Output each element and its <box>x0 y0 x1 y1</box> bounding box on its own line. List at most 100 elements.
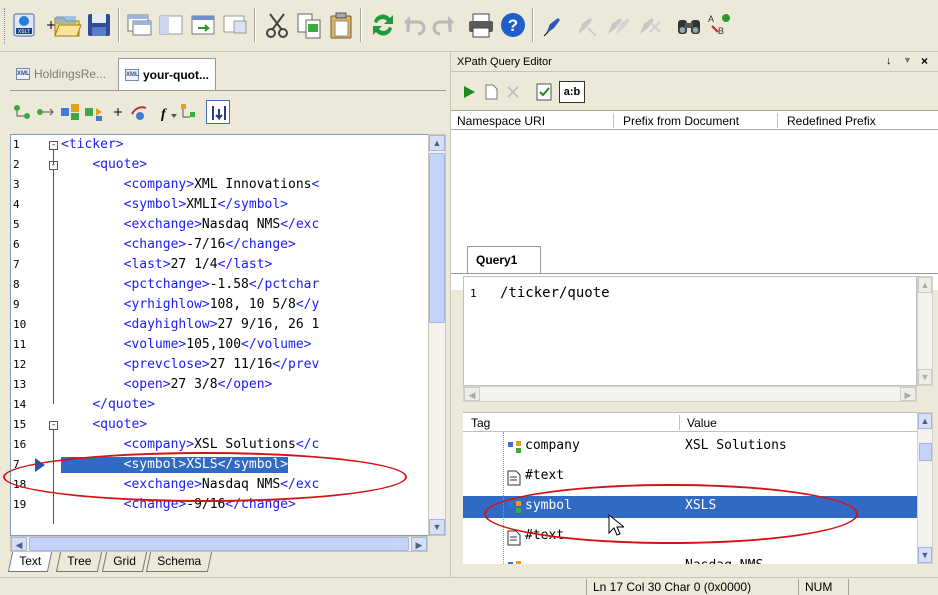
help-icon[interactable]: ? <box>498 8 528 42</box>
pin-icon[interactable]: ↓ <box>886 55 892 67</box>
scroll-up-icon[interactable]: ▲ <box>918 413 932 429</box>
toolbar-separator <box>360 8 362 42</box>
code-line[interactable]: <volume>105,100</volume> <box>61 337 312 353</box>
result-row[interactable]: company XSL Solutions <box>463 436 917 458</box>
window-alt-icon[interactable] <box>220 8 250 42</box>
tab-query1[interactable]: Query1 <box>467 246 541 274</box>
node-tree-icon[interactable] <box>178 100 202 124</box>
code-line[interactable]: <yrhighlow>108, 10 5/8</y <box>61 297 320 313</box>
scroll-up-icon[interactable]: ▲ <box>918 277 932 293</box>
svg-text:f: f <box>161 107 167 122</box>
tab-schema[interactable]: Schema <box>145 552 213 572</box>
window-left-icon[interactable] <box>156 8 186 42</box>
tab-text[interactable]: Text <box>7 552 53 572</box>
open-folder-icon[interactable] <box>52 8 82 42</box>
toolbar-grip[interactable] <box>4 8 7 44</box>
scroll-down-icon[interactable]: ▼ <box>918 547 932 563</box>
scroll-left-icon[interactable]: ◀ <box>11 537 27 551</box>
code-line[interactable]: <dayhighlow>27 9/16, 26 1 <box>61 317 320 333</box>
pen-clear-icon[interactable] <box>634 8 664 42</box>
scroll-thumb[interactable] <box>29 537 409 551</box>
copy-icon[interactable] <box>294 8 324 42</box>
add-child-icon[interactable] <box>82 100 106 124</box>
scroll-right-icon[interactable]: ▶ <box>411 537 427 551</box>
pen-remove-all-icon[interactable] <box>602 8 632 42</box>
new-query-icon[interactable] <box>479 80 503 104</box>
scroll-down-icon[interactable]: ▼ <box>429 519 445 535</box>
chevron-down-icon[interactable] <box>36 8 55 42</box>
tab-grid[interactable]: Grid <box>101 552 147 572</box>
refresh-icon[interactable] <box>368 8 398 42</box>
tab-label: HoldingsRe... <box>34 67 107 81</box>
column-tag[interactable]: Tag <box>471 416 490 430</box>
find-icon[interactable] <box>674 8 704 42</box>
pen-remove-icon[interactable] <box>570 8 600 42</box>
panel-title-text: XPath Query Editor <box>457 56 552 68</box>
query-vertical-scrollbar[interactable]: ▲ ▼ <box>917 276 933 386</box>
scroll-right-icon[interactable]: ▶ <box>900 387 916 401</box>
fold-toggle-icon[interactable]: - <box>49 141 58 150</box>
validate-icon[interactable] <box>128 100 152 124</box>
paste-icon[interactable] <box>326 8 356 42</box>
panel-title: XPath Query Editor <box>451 52 938 72</box>
code-line[interactable]: <company>XSL Solutions</c <box>61 437 320 453</box>
tab-holdings-report[interactable]: XML HoldingsRe... <box>10 58 112 90</box>
replace-icon[interactable]: AB <box>704 8 734 42</box>
function-icon[interactable]: f <box>156 100 180 124</box>
results-table-header: Tag Value <box>463 412 917 432</box>
window-split-icon[interactable] <box>188 8 218 42</box>
chevron-down-icon[interactable]: ▼ <box>903 55 912 65</box>
code-line[interactable]: <ticker> <box>61 137 124 153</box>
code-line[interactable]: <exchange>Nasdaq NMS</exc <box>61 217 320 233</box>
scroll-left-icon[interactable]: ◀ <box>464 387 480 401</box>
column-value[interactable]: Value <box>687 416 717 430</box>
editor-vertical-scrollbar[interactable]: ▲ ▼ <box>428 134 446 536</box>
tree-expand-icon[interactable] <box>10 100 34 124</box>
scroll-down-icon[interactable]: ▼ <box>918 369 932 385</box>
xpath-query-input[interactable]: 1 /ticker/quote <box>463 276 917 386</box>
window-icon[interactable] <box>124 8 154 42</box>
code-line[interactable]: <symbol>XMLI</symbol> <box>61 197 288 213</box>
close-icon[interactable]: × <box>921 54 928 68</box>
scroll-thumb[interactable] <box>429 153 445 323</box>
xml-query-icon[interactable] <box>533 80 557 104</box>
save-icon[interactable] <box>84 8 114 42</box>
fold-toggle-icon[interactable] <box>206 100 230 124</box>
scroll-up-icon[interactable]: ▲ <box>429 135 445 151</box>
editor-horizontal-scrollbar[interactable]: ◀ ▶ <box>10 536 428 552</box>
view-tabs: Text Tree Grid Schema <box>7 552 446 574</box>
undo-icon[interactable] <box>400 8 430 42</box>
code-line[interactable]: <change>-7/16</change> <box>61 237 296 253</box>
code-line[interactable]: <last>27 1/4</last> <box>61 257 273 273</box>
cut-icon[interactable] <box>262 8 292 42</box>
add-node-icon[interactable] <box>58 100 82 124</box>
code-line[interactable]: <prevclose>27 11/16</prev <box>61 357 320 373</box>
run-query-icon[interactable] <box>457 80 481 104</box>
tab-divider <box>10 90 446 91</box>
delete-query-icon[interactable] <box>501 80 525 104</box>
code-line[interactable]: <quote> <box>61 417 147 433</box>
code-line[interactable]: <pctchange>-1.58</pctchar <box>61 277 320 293</box>
chevron-down-icon[interactable] <box>106 100 122 124</box>
query-text[interactable]: /ticker/quote <box>500 285 610 301</box>
code-line[interactable]: <company>XML Innovations< <box>61 177 320 193</box>
tab-your-quotes[interactable]: XML your-quot... <box>118 58 216 90</box>
query-horizontal-scrollbar[interactable]: ◀ ▶ <box>463 386 917 402</box>
result-tag: #text <box>525 468 565 483</box>
scroll-thumb[interactable] <box>919 443 932 461</box>
result-row[interactable]: Nasdaq NMS <box>463 556 917 564</box>
tree-collapse-icon[interactable] <box>34 100 58 124</box>
redo-icon[interactable] <box>428 8 458 42</box>
code-line[interactable]: </quote> <box>61 397 155 413</box>
column-namespace-uri[interactable]: Namespace URI <box>457 114 545 128</box>
code-line[interactable]: <quote> <box>61 157 147 173</box>
column-redefined-prefix[interactable]: Redefined Prefix <box>787 114 876 128</box>
print-icon[interactable] <box>466 8 496 42</box>
column-prefix-from-document[interactable]: Prefix from Document <box>623 114 739 128</box>
pen-icon[interactable] <box>538 8 568 42</box>
tab-tree[interactable]: Tree <box>55 552 103 572</box>
code-line[interactable]: <open>27 3/8</open> <box>61 377 273 393</box>
results-vertical-scrollbar[interactable]: ▲ ▼ <box>917 412 933 564</box>
fold-toggle-icon[interactable]: - <box>49 421 58 430</box>
namespace-toggle-button[interactable]: a:b <box>559 81 585 103</box>
